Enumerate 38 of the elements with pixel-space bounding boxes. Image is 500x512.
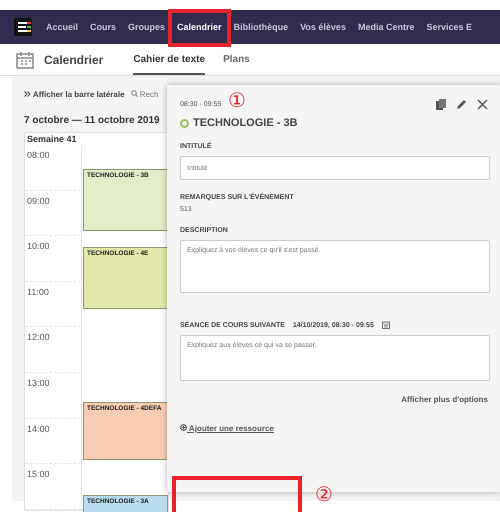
page-title: Calendrier [44,52,104,66]
nav-link[interactable]: Media Centre [352,22,420,32]
plus-circle-icon [180,424,187,431]
hour-label: 13:00 [26,378,50,388]
nav-link[interactable]: Cours [84,22,122,32]
highlight-frame [168,9,231,47]
nav-link[interactable]: Calendrier [171,22,228,32]
nav-link[interactable]: Groupes [122,22,172,32]
more-options-link[interactable]: Afficher plus d'options [401,395,488,404]
hour-label: 14:00 [26,424,50,434]
copy-icon[interactable] [436,98,446,110]
add-resource-link[interactable]: Ajouter une ressource [180,424,274,433]
search-icon [130,90,138,97]
search-link[interactable]: Rech [130,90,158,99]
hour-label: 09:00 [26,196,50,206]
hour-label: 12:00 [26,332,50,342]
date-range: 7 octobre — 11 octobre 2019 [24,115,160,126]
close-icon[interactable] [477,98,488,110]
pencil-icon[interactable] [456,98,467,110]
nav-link[interactable]: Services E [420,22,478,32]
hour-label: 10:00 [26,241,50,252]
logo-icon[interactable] [14,18,32,36]
week-label: Semaine 41 [26,133,78,145]
calendar-icon[interactable] [382,321,390,329]
annotation-number: ② [315,484,333,504]
nav-link[interactable]: Accueil [40,22,84,32]
sidebar-toggle-link[interactable]: Afficher la barre latérale [24,90,125,99]
nav-link[interactable]: Vos élèves [294,22,352,32]
hour-label: 08:00 [26,150,50,160]
double-chevron-icon [24,91,31,97]
annotation-number: ① [228,90,246,110]
hour-label: 11:00 [26,286,49,297]
event-title: TECHNOLOGIE - 3B [193,117,298,129]
calendar-icon [16,50,34,68]
nav-link[interactable]: Bibliothèque [228,22,294,32]
tab[interactable]: Plans [223,44,250,75]
status-dot [180,118,189,128]
hour-label: 15:00 [26,469,50,480]
